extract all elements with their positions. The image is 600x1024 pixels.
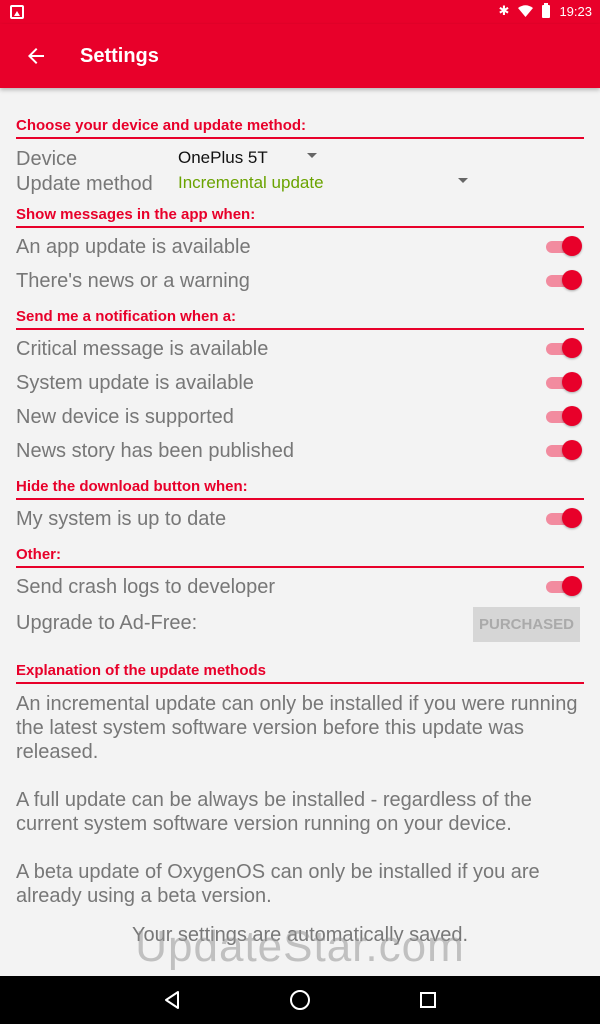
- section-header-download: Hide the download button when:: [16, 478, 584, 500]
- explanation-incremental: An incremental update can only be instal…: [16, 693, 578, 763]
- news-story-label: News story has been published: [16, 440, 294, 462]
- status-icons: ✱ 19:23: [498, 2, 592, 19]
- device-dropdown[interactable]: OnePlus 5T: [178, 148, 268, 168]
- app-bar: Settings: [0, 24, 600, 88]
- system-update-label: System update is available: [16, 372, 254, 394]
- chevron-down-icon: [307, 153, 317, 158]
- status-bar: ✱ 19:23: [0, 0, 600, 24]
- battery-icon: [542, 2, 551, 18]
- up-to-date-switch[interactable]: [546, 508, 582, 528]
- critical-message-switch[interactable]: [546, 338, 582, 358]
- chevron-down-icon: [458, 178, 468, 183]
- system-update-switch[interactable]: [546, 372, 582, 392]
- adfree-label: Upgrade to Ad-Free:: [16, 612, 198, 634]
- page-title: Settings: [80, 45, 159, 67]
- news-warning-switch[interactable]: [546, 270, 582, 290]
- nav-home-icon[interactable]: [290, 990, 310, 1010]
- status-time: 19:23: [559, 3, 592, 19]
- watermark: UpdateStar.com: [135, 922, 465, 971]
- critical-message-label: Critical message is available: [16, 338, 269, 360]
- section-header-other: Other:: [16, 546, 584, 568]
- nav-back-icon[interactable]: [162, 990, 182, 1010]
- nav-recents-icon[interactable]: [420, 992, 436, 1008]
- update-method-label: Update method: [16, 173, 153, 195]
- purchased-button[interactable]: PURCHASED: [473, 607, 580, 642]
- image-icon: [10, 5, 24, 19]
- bluetooth-icon: ✱: [498, 3, 510, 18]
- app-update-label: An app update is available: [16, 236, 251, 258]
- news-story-switch[interactable]: [546, 440, 582, 460]
- arrow-left-icon[interactable]: [24, 44, 48, 68]
- section-header-explanation: Explanation of the update methods: [16, 662, 584, 684]
- new-device-label: New device is supported: [16, 406, 234, 428]
- news-warning-label: There's news or a warning: [16, 270, 250, 292]
- section-header-device: Choose your device and update method:: [16, 117, 584, 139]
- system-nav-bar: [0, 976, 600, 1024]
- new-device-switch[interactable]: [546, 406, 582, 426]
- app-update-switch[interactable]: [546, 236, 582, 256]
- up-to-date-label: My system is up to date: [16, 508, 227, 530]
- update-method-dropdown[interactable]: Incremental update: [178, 173, 324, 193]
- section-header-messages: Show messages in the app when:: [16, 206, 584, 228]
- wifi-icon: [518, 5, 534, 17]
- crash-logs-switch[interactable]: [546, 576, 582, 596]
- crash-logs-label: Send crash logs to developer: [16, 576, 276, 598]
- explanation-beta: A beta update of OxygenOS can only be in…: [16, 861, 540, 907]
- explanation-full: A full update can be always be installed…: [16, 789, 532, 835]
- section-header-notifications: Send me a notification when a:: [16, 308, 584, 330]
- device-label: Device: [16, 148, 78, 170]
